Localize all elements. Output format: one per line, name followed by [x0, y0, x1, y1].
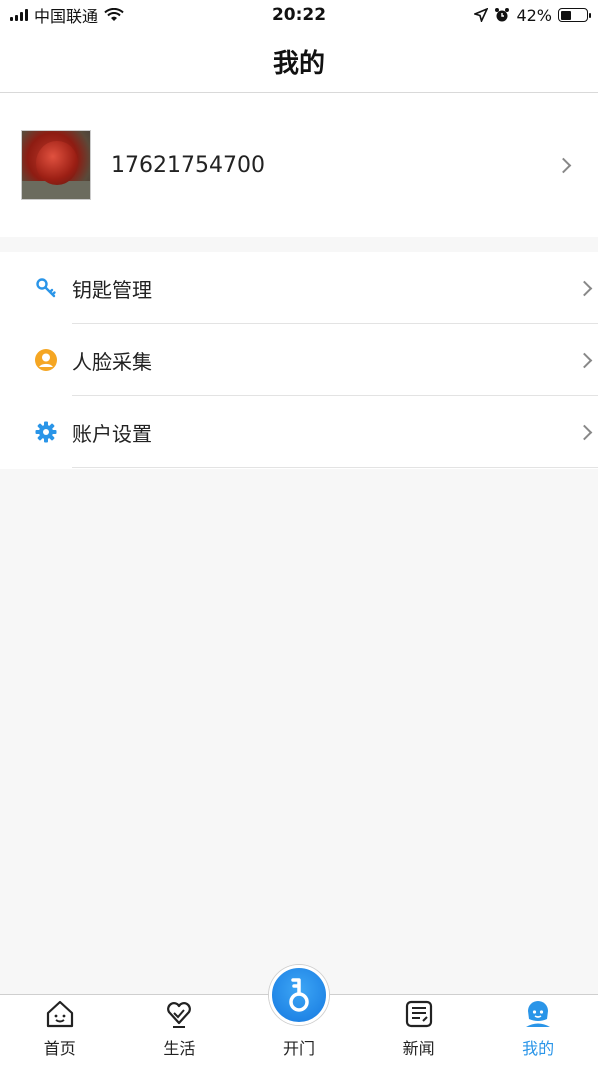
key-icon	[34, 276, 58, 300]
battery-percent: 42%	[516, 5, 552, 25]
location-icon	[474, 8, 489, 22]
status-left: 中国联通	[10, 3, 124, 27]
news-icon	[402, 997, 436, 1031]
key-open-icon	[289, 978, 309, 1012]
menu-item-account-settings[interactable]: 账户设置	[0, 396, 598, 468]
life-heart-icon	[162, 997, 196, 1031]
wifi-icon	[104, 8, 124, 21]
chevron-right-icon	[576, 352, 593, 368]
chevron-right-icon	[576, 424, 593, 440]
open-door-button[interactable]	[268, 965, 329, 1025]
tab-label: 我的	[522, 1039, 555, 1058]
tab-news[interactable]: 新闻	[359, 995, 479, 1065]
menu-item-label: 账户设置	[72, 421, 152, 446]
profile-row[interactable]: 17621754700	[0, 93, 598, 237]
tab-mine[interactable]: 我的	[478, 995, 598, 1065]
tab-label: 首页	[43, 1039, 76, 1058]
tab-bar: 首页 生活 开门 新闻 我的	[0, 965, 598, 1065]
menu-item-face-capture[interactable]: 人脸采集	[0, 324, 598, 396]
avatar[interactable]	[21, 130, 91, 200]
profile-phone: 17621754700	[111, 152, 265, 178]
tab-open-door[interactable]: 开门	[239, 965, 359, 1065]
tab-label: 生活	[163, 1039, 196, 1058]
nav-bar: 我的	[0, 30, 598, 93]
menu-item-label: 钥匙管理	[72, 277, 152, 302]
chevron-right-icon	[555, 157, 572, 173]
gear-icon	[34, 420, 58, 444]
profile-icon	[521, 997, 555, 1031]
menu-item-key-management[interactable]: 钥匙管理	[0, 252, 598, 324]
tab-label: 新闻	[402, 1039, 435, 1058]
face-icon	[34, 348, 58, 372]
tab-life[interactable]: 生活	[120, 995, 240, 1065]
tab-home[interactable]: 首页	[0, 995, 120, 1065]
menu-item-label: 人脸采集	[72, 349, 152, 374]
chevron-right-icon	[576, 280, 593, 296]
tab-label: 开门	[282, 1039, 315, 1058]
status-right: 42%	[474, 5, 591, 25]
battery-icon	[558, 8, 591, 22]
battery-fill	[560, 10, 571, 20]
signal-icon	[10, 9, 28, 21]
settings-menu: 钥匙管理 人脸采集 账户设置	[0, 252, 598, 469]
page-title: 我的	[272, 48, 325, 79]
divider	[72, 467, 598, 468]
home-icon	[43, 997, 77, 1031]
alarm-icon	[495, 8, 510, 22]
carrier-label: 中国联通	[34, 7, 99, 26]
status-bar: 中国联通 20:22 42%	[0, 0, 598, 30]
